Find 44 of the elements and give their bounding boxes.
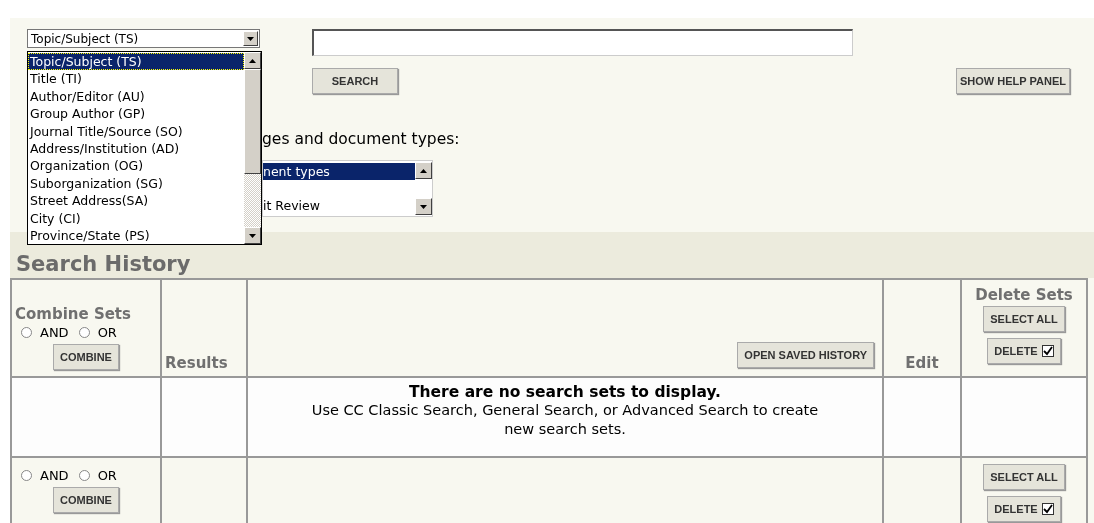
select-all-button[interactable]: SELECT ALL — [983, 464, 1065, 490]
dropdown-option[interactable]: Author/Editor (AU) — [28, 87, 244, 106]
dropdown-option[interactable]: Topic/Subject (TS) — [28, 53, 244, 71]
restrict-label: ges and document types: — [262, 130, 460, 148]
radio-button[interactable]: AND — [21, 468, 69, 483]
search-button[interactable]: SEARCH — [312, 68, 398, 94]
empty-message-title: There are no search sets to display. — [407, 383, 722, 401]
column-header: Delete Sets — [974, 286, 1074, 304]
dropdown-option[interactable]: Journal Title/Source (SO) — [28, 122, 244, 141]
column-header: Edit — [904, 354, 940, 372]
combine-button[interactable]: COMBINE — [53, 344, 119, 370]
dropdown-option[interactable]: Group Author (GP) — [28, 105, 244, 123]
help-panel-button[interactable]: SHOW HELP PANEL — [956, 68, 1070, 94]
radio-button[interactable]: OR — [78, 468, 117, 483]
scroll-up-icon[interactable] — [244, 52, 261, 69]
dropdown-option[interactable]: Organization (OG) — [28, 157, 244, 175]
scroll-up-icon[interactable] — [415, 162, 432, 179]
delete-button[interactable]: DELETE — [987, 338, 1061, 364]
list-option[interactable]: nent types — [263, 163, 415, 180]
checkbox[interactable] — [1041, 503, 1054, 515]
scrollbar-thumb[interactable] — [244, 69, 261, 174]
radio-button[interactable]: OR — [78, 325, 117, 340]
column-header: Results — [165, 354, 229, 372]
radio-button[interactable]: AND — [21, 325, 69, 340]
column-header: Combine Sets — [15, 305, 132, 323]
dropdown-option[interactable]: Address/Institution (AD) — [28, 140, 244, 158]
delete-button[interactable]: DELETE — [987, 496, 1061, 522]
dropdown-option[interactable]: City (CI) — [28, 209, 244, 228]
scroll-down-icon[interactable] — [415, 198, 432, 215]
checkbox[interactable] — [1041, 345, 1054, 357]
dropdown-option[interactable]: Province/State (PS) — [28, 227, 244, 245]
field-dropdown[interactable]: Topic/Subject (TS) — [27, 29, 260, 48]
dropdown-option[interactable]: Title (TI) — [28, 70, 244, 88]
list-option[interactable]: it Review — [263, 197, 415, 214]
empty-message-text: Use CC Classic Search, General Search, or Advanced Search to create new search sets. — [310, 401, 820, 439]
scroll-down-icon[interactable] — [244, 227, 261, 244]
combine-button[interactable]: COMBINE — [53, 487, 119, 513]
select-all-button[interactable]: SELECT ALL — [983, 306, 1065, 332]
search-field[interactable] — [312, 29, 853, 56]
open-history-button[interactable]: OPEN SAVED HISTORY — [737, 342, 874, 368]
document-type-list[interactable]: nent types it Review — [262, 160, 433, 217]
dropdown-option[interactable]: Street Address(SA) — [28, 192, 244, 210]
dropdown-option[interactable]: Suborganization (SG) — [28, 174, 244, 193]
section-title: Search History — [16, 251, 191, 277]
